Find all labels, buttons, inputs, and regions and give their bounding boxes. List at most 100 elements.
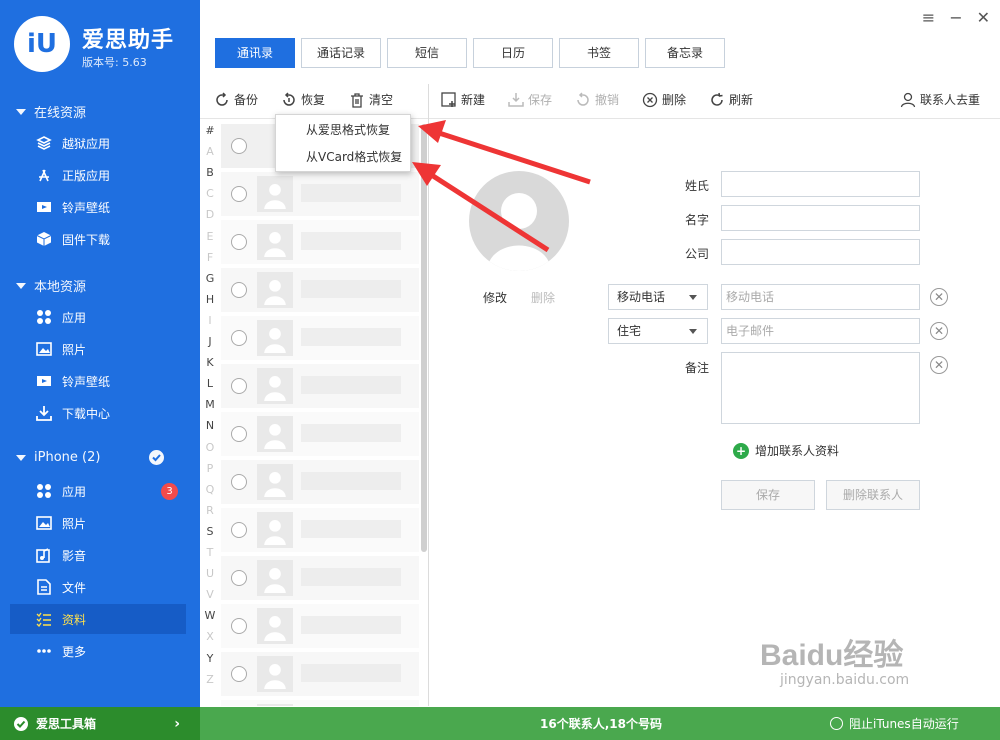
sidebar-item-iphone-media[interactable]: 影音 bbox=[10, 540, 186, 570]
toolbox-button[interactable]: 爱思工具箱 › bbox=[0, 707, 200, 740]
contact-select-radio[interactable] bbox=[231, 522, 247, 538]
backup-button[interactable]: 备份 bbox=[214, 91, 258, 108]
letter-index-item[interactable]: I bbox=[200, 314, 220, 327]
contact-row[interactable] bbox=[221, 220, 419, 264]
section-online-resources[interactable]: 在线资源 bbox=[16, 102, 86, 121]
tab-bookmarks[interactable]: 书签 bbox=[559, 38, 639, 68]
tab-call-log[interactable]: 通话记录 bbox=[301, 38, 381, 68]
remove-phone-icon[interactable]: ✕ bbox=[930, 288, 948, 306]
avatar-delete-link[interactable]: 删除 bbox=[531, 289, 555, 306]
letter-index-item[interactable]: X bbox=[200, 630, 220, 643]
contact-select-radio[interactable] bbox=[231, 474, 247, 490]
restore-button[interactable]: 恢复 bbox=[281, 91, 325, 108]
contact-row[interactable] bbox=[221, 556, 419, 600]
phone-input[interactable]: 移动电话 bbox=[721, 284, 920, 310]
remove-email-icon[interactable]: ✕ bbox=[930, 322, 948, 340]
avatar-edit-link[interactable]: 修改 bbox=[483, 289, 507, 306]
letter-index-item[interactable]: S bbox=[200, 525, 220, 538]
letter-index-item[interactable]: O bbox=[200, 441, 220, 454]
contact-select-radio[interactable] bbox=[231, 378, 247, 394]
contact-row[interactable] bbox=[221, 652, 419, 696]
contact-list-scrollbar[interactable] bbox=[421, 124, 427, 552]
company-input[interactable] bbox=[721, 239, 920, 265]
save-toolbar-button[interactable]: 保存 bbox=[508, 91, 552, 108]
letter-index-item[interactable]: H bbox=[200, 293, 220, 306]
save-contact-button[interactable]: 保存 bbox=[721, 480, 815, 510]
add-contact-info-button[interactable]: + 增加联系人资料 bbox=[733, 442, 839, 459]
letter-index-item[interactable]: P bbox=[200, 462, 220, 475]
contact-select-radio[interactable] bbox=[231, 138, 247, 154]
given-name-input[interactable] bbox=[721, 205, 920, 231]
new-contact-button[interactable]: 新建 bbox=[441, 91, 485, 108]
letter-index-item[interactable]: B bbox=[200, 166, 220, 179]
letter-index-item[interactable]: Y bbox=[200, 652, 220, 665]
contact-row[interactable] bbox=[221, 316, 419, 360]
section-iphone[interactable]: iPhone (2) bbox=[16, 450, 186, 465]
sidebar-item-iphone-photos[interactable]: 照片 bbox=[10, 508, 186, 538]
contact-select-radio[interactable] bbox=[231, 618, 247, 634]
letter-index-item[interactable]: R bbox=[200, 504, 220, 517]
contact-select-radio[interactable] bbox=[231, 330, 247, 346]
letter-index-item[interactable]: L bbox=[200, 377, 220, 390]
contact-select-radio[interactable] bbox=[231, 234, 247, 250]
note-textarea[interactable] bbox=[721, 352, 920, 424]
contact-row[interactable] bbox=[221, 364, 419, 408]
contact-row[interactable] bbox=[221, 700, 419, 706]
sidebar-item-iphone-apps[interactable]: 应用 3 bbox=[10, 476, 186, 506]
letter-index-item[interactable]: # bbox=[200, 124, 220, 137]
sidebar-item-more[interactable]: 更多 bbox=[10, 636, 186, 666]
delete-button[interactable]: 删除 bbox=[642, 91, 686, 108]
letter-index-item[interactable]: C bbox=[200, 187, 220, 200]
close-icon[interactable]: ✕ bbox=[977, 8, 990, 27]
menu-icon[interactable]: ≡ bbox=[922, 8, 935, 27]
letter-index-item[interactable]: W bbox=[200, 609, 220, 622]
sidebar-item-ringtones-online[interactable]: 铃声壁纸 bbox=[10, 192, 186, 222]
contact-select-radio[interactable] bbox=[231, 426, 247, 442]
sidebar-item-local-apps[interactable]: 应用 bbox=[10, 302, 186, 332]
phone-type-select[interactable]: 移动电话 bbox=[608, 284, 708, 310]
contact-row[interactable] bbox=[221, 508, 419, 552]
sidebar-item-firmware[interactable]: 固件下载 bbox=[10, 224, 186, 254]
tab-notes[interactable]: 备忘录 bbox=[645, 38, 725, 68]
letter-index-item[interactable]: K bbox=[200, 356, 220, 369]
letter-index-item[interactable]: A bbox=[200, 145, 220, 158]
contact-row[interactable] bbox=[221, 412, 419, 456]
contact-select-radio[interactable] bbox=[231, 186, 247, 202]
contact-row[interactable] bbox=[221, 172, 419, 216]
letter-index-item[interactable]: G bbox=[200, 272, 220, 285]
sidebar-item-download-center[interactable]: 下载中心 bbox=[10, 398, 186, 428]
sidebar-item-local-photos[interactable]: 照片 bbox=[10, 334, 186, 364]
sidebar-item-iphone-data[interactable]: 资料 bbox=[10, 604, 186, 634]
letter-index-item[interactable]: Z bbox=[200, 673, 220, 686]
section-local-resources[interactable]: 本地资源 bbox=[16, 276, 86, 295]
contact-row[interactable] bbox=[221, 460, 419, 504]
undo-button[interactable]: 撤销 bbox=[575, 91, 619, 108]
sidebar-item-jailbreak-apps[interactable]: 越狱应用 bbox=[10, 128, 186, 158]
block-itunes-toggle[interactable]: 阻止iTunes自动运行 bbox=[830, 715, 959, 732]
letter-index-item[interactable]: Q bbox=[200, 483, 220, 496]
email-input[interactable]: 电子邮件 bbox=[721, 318, 920, 344]
sidebar-item-appstore-apps[interactable]: 正版应用 bbox=[10, 160, 186, 190]
sidebar-item-iphone-files[interactable]: 文件 bbox=[10, 572, 186, 602]
refresh-button[interactable]: 刷新 bbox=[709, 91, 753, 108]
letter-index-item[interactable]: D bbox=[200, 208, 220, 221]
letter-index-item[interactable]: J bbox=[200, 335, 220, 348]
surname-input[interactable] bbox=[721, 171, 920, 197]
tab-calendar[interactable]: 日历 bbox=[473, 38, 553, 68]
tab-contacts[interactable]: 通讯录 bbox=[215, 38, 295, 68]
email-type-select[interactable]: 住宅 bbox=[608, 318, 708, 344]
letter-index-item[interactable]: V bbox=[200, 588, 220, 601]
contact-row[interactable] bbox=[221, 268, 419, 312]
minimize-icon[interactable]: − bbox=[949, 8, 962, 27]
letter-index-item[interactable]: E bbox=[200, 230, 220, 243]
menu-item-restore-aisi[interactable]: 从爱思格式恢复 bbox=[276, 117, 412, 143]
delete-contact-button[interactable]: 删除联系人 bbox=[826, 480, 920, 510]
letter-index-item[interactable]: T bbox=[200, 546, 220, 559]
clear-button[interactable]: 清空 bbox=[349, 91, 393, 108]
contact-row[interactable] bbox=[221, 604, 419, 648]
remove-note-icon[interactable]: ✕ bbox=[930, 356, 948, 374]
dedupe-contacts-button[interactable]: 联系人去重 bbox=[900, 91, 980, 108]
sidebar-item-local-ringtones[interactable]: 铃声壁纸 bbox=[10, 366, 186, 396]
contact-select-radio[interactable] bbox=[231, 666, 247, 682]
letter-index-item[interactable]: U bbox=[200, 567, 220, 580]
